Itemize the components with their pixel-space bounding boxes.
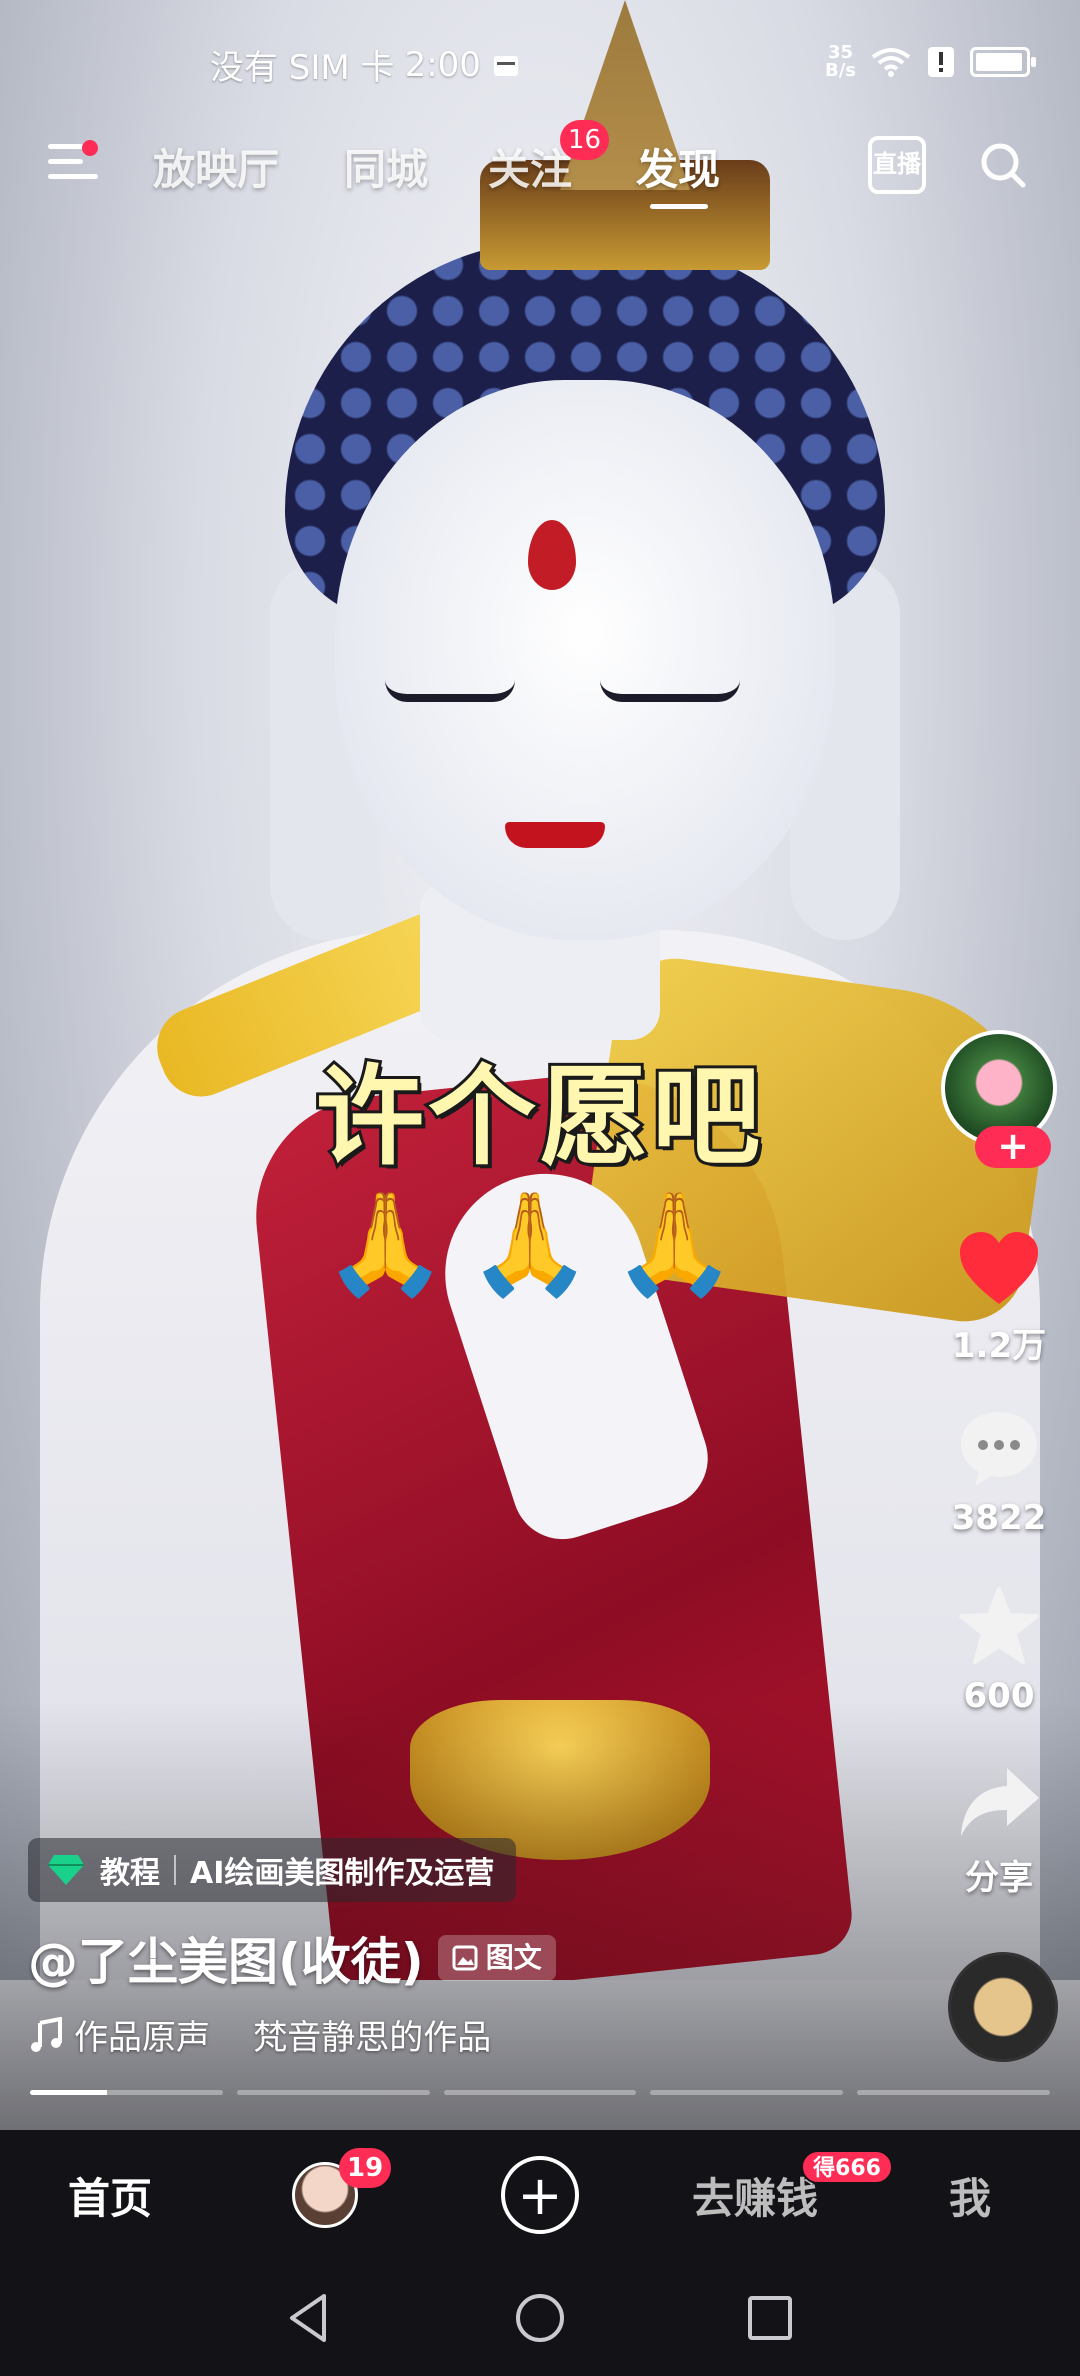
buddha-mouth (505, 822, 605, 848)
friends-badge: 19 (339, 2148, 392, 2188)
favorite-count: 600 (963, 1676, 1035, 1716)
favorite-button[interactable]: 600 (934, 1586, 1064, 1716)
comment-count: 3822 (951, 1498, 1047, 1538)
status-right: 35 B/s (825, 44, 1036, 80)
tag-title: AI绘画美图制作及运营 (190, 1856, 495, 1891)
battery-fill (976, 53, 1022, 71)
tab-home[interactable]: 首页 (40, 2130, 180, 2260)
star-icon (959, 1587, 1039, 1664)
tab-cinema[interactable]: 放映厅 (153, 136, 279, 197)
menu-notification-dot (82, 140, 98, 156)
progress-segment (650, 2090, 844, 2095)
like-count: 1.2万 (951, 1326, 1047, 1366)
carrier-text: 没有 SIM 卡 (210, 48, 395, 88)
back-icon[interactable] (280, 2288, 340, 2348)
following-badge: 16 (560, 120, 610, 160)
active-tab-indicator (650, 204, 708, 209)
progress-fill (30, 2090, 108, 2095)
live-icon[interactable]: 直播 (868, 136, 926, 194)
home-circle-icon[interactable] (510, 2288, 570, 2348)
calendar-icon (493, 55, 518, 76)
battery-icon (970, 47, 1036, 77)
tag-divider (174, 1855, 176, 1885)
music-title: 作品原声 梵音静思的作品 (74, 2018, 492, 2058)
system-nav-bar (0, 2260, 1080, 2376)
image-progress (30, 2090, 1050, 2095)
follow-button[interactable]: + (975, 1126, 1051, 1168)
create-button[interactable]: + (470, 2130, 610, 2260)
music-note-icon (31, 2016, 62, 2052)
buddha-eye-right (600, 680, 740, 702)
recents-icon[interactable] (740, 2288, 800, 2348)
tab-earn[interactable]: 去赚钱 得666 (675, 2130, 893, 2260)
gem-icon (48, 1855, 84, 1885)
tab-friends[interactable]: 19 (255, 2130, 395, 2260)
action-rail: + 1.2万 3822 600 分享 (934, 1030, 1064, 1898)
progress-segment (30, 2090, 223, 2095)
status-left: 没有 SIM 卡 2:00 (210, 40, 521, 89)
music-disc[interactable] (948, 1952, 1058, 2062)
comment-icon (961, 1412, 1037, 1486)
prayer-emojis: 🙏🙏🙏 (323, 1185, 757, 1302)
share-label: 分享 (965, 1858, 1033, 1898)
video-caption: 许个愿吧 (313, 1052, 764, 1183)
progress-segment (236, 2090, 430, 2095)
alert-icon (928, 47, 954, 77)
search-icon[interactable] (980, 142, 1026, 188)
bottom-tab-bar: 首页 19 + 去赚钱 得666 我 (0, 2130, 1080, 2260)
status-bar: 没有 SIM 卡 2:00 35 B/s (0, 40, 1080, 100)
stage-gradient (0, 1700, 1080, 2130)
progress-segment (857, 2090, 1050, 2095)
earn-label: 去赚钱 (691, 2173, 818, 2223)
tab-following[interactable]: 关注 (488, 136, 572, 197)
earn-badge: 得666 (801, 2150, 893, 2184)
author-name[interactable]: @了尘美图(收徒) (28, 1922, 424, 1994)
tag-label: 教程 (100, 1856, 160, 1891)
progress-segment (443, 2090, 637, 2095)
clock: 2:00 (404, 44, 481, 85)
heart-icon (960, 1232, 1038, 1304)
share-icon (961, 1768, 1039, 1836)
buddha-face (335, 380, 835, 940)
image-text-badge: 图文 (437, 1935, 556, 1981)
net-speed: 35 B/s (825, 44, 856, 80)
tutorial-tag[interactable]: 教程 AI绘画美图制作及运营 (28, 1838, 517, 1902)
share-button[interactable]: 分享 (934, 1764, 1064, 1899)
net-speed-unit: B/s (824, 60, 856, 81)
like-button[interactable]: 1.2万 (934, 1230, 1064, 1367)
music-line[interactable]: 作品原声 梵音静思的作品 (28, 2010, 491, 2059)
tab-me[interactable]: 我 (900, 2130, 1040, 2260)
top-nav: 放映厅 同城 关注 16 发现 直播 (0, 120, 1080, 220)
comment-button[interactable]: 3822 (934, 1408, 1064, 1538)
create-icon: + (501, 2156, 579, 2234)
tab-discover[interactable]: 发现 (636, 136, 720, 197)
wifi-icon (871, 48, 911, 77)
image-text-icon (452, 1945, 478, 1971)
buddha-eye-left (385, 680, 515, 702)
image-text-label: 图文 (485, 1941, 542, 1974)
author-line: @了尘美图(收徒) 图文 (28, 1922, 556, 1994)
tab-local[interactable]: 同城 (344, 136, 428, 197)
creator-avatar-wrap[interactable]: + (941, 1030, 1057, 1168)
